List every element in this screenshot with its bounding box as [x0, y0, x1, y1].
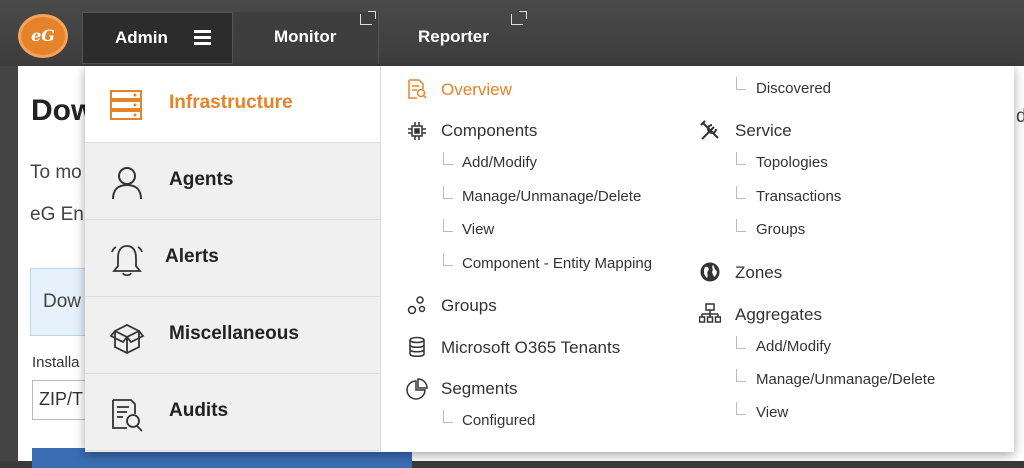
database-icon	[406, 336, 428, 363]
menu-segments[interactable]: Segments	[441, 379, 518, 399]
tree-connector	[736, 77, 746, 90]
hierarchy-icon	[698, 303, 722, 330]
tree-connector	[736, 369, 746, 382]
tree-connector	[443, 152, 453, 165]
external-link-icon[interactable]	[360, 11, 376, 25]
admin-tab-label: Admin	[115, 28, 168, 47]
submenu-aggregates-add-modify[interactable]: Add/Modify	[756, 338, 831, 355]
eg-logo[interactable]: eG	[18, 14, 68, 58]
tree-connector	[443, 410, 453, 423]
install-label: Installa	[32, 354, 80, 371]
reporter-tab[interactable]: Reporter	[380, 11, 540, 64]
globe-icon	[699, 261, 721, 288]
tools-icon	[699, 120, 721, 147]
monitor-tab[interactable]: Monitor	[234, 11, 379, 64]
tree-connector	[736, 186, 746, 199]
tree-connector	[736, 152, 746, 165]
page-text-right: d	[1016, 106, 1024, 127]
menu-zones[interactable]: Zones	[735, 263, 782, 283]
menu-overview[interactable]: Overview	[441, 80, 512, 100]
bell-icon	[109, 242, 145, 283]
hamburger-menu-icon[interactable]	[194, 30, 211, 45]
category-agents[interactable]: Agents	[85, 143, 380, 220]
category-alerts[interactable]: Alerts	[85, 220, 380, 297]
tree-connector	[443, 219, 453, 232]
submenu-components-add-modify[interactable]: Add/Modify	[462, 154, 537, 171]
tree-connector	[736, 336, 746, 349]
info-box-text: Dow	[43, 291, 82, 312]
menu-components[interactable]: Components	[441, 121, 537, 141]
category-infrastructure[interactable]: Infrastructure	[85, 66, 380, 143]
top-nav-bar: eG Admin Monitor Reporter	[0, 0, 1024, 66]
menu-microsoft-o365-tenants[interactable]: Microsoft O365 Tenants	[441, 338, 620, 358]
external-link-icon[interactable]	[511, 11, 527, 25]
tree-connector	[736, 219, 746, 232]
tree-connector	[443, 186, 453, 199]
package-select-value: ZIP/T	[39, 389, 83, 409]
submenu-aggregates-manage[interactable]: Manage/Unmanage/Delete	[756, 371, 935, 388]
monitor-tab-label: Monitor	[274, 27, 337, 46]
submenu-components-manage[interactable]: Manage/Unmanage/Delete	[462, 188, 641, 205]
submenu-discovered[interactable]: Discovered	[756, 80, 831, 97]
overview-icon	[406, 78, 428, 105]
page-text-line: To mo	[30, 162, 82, 183]
menu-aggregates[interactable]: Aggregates	[735, 305, 822, 325]
submenu-service-transactions[interactable]: Transactions	[756, 188, 841, 205]
submenu-component-entity-mapping[interactable]: Component - Entity Mapping	[462, 255, 652, 272]
page-text-line: eG En	[30, 204, 84, 225]
category-label: Audits	[169, 400, 229, 421]
groups-icon	[406, 295, 428, 322]
submenu-components-view[interactable]: View	[462, 221, 494, 238]
category-audits[interactable]: Audits	[85, 374, 380, 451]
category-label: Infrastructure	[169, 92, 293, 113]
submenu-service-topologies[interactable]: Topologies	[756, 154, 828, 171]
menu-service[interactable]: Service	[735, 121, 792, 141]
components-icon	[406, 120, 428, 147]
admin-dropdown-menu: Infrastructure Agents Alerts Miscellaneo…	[85, 66, 1014, 452]
admin-tab[interactable]: Admin	[82, 12, 233, 64]
category-list: Infrastructure Agents Alerts Miscellaneo…	[85, 66, 381, 452]
submenu-aggregates-view[interactable]: View	[756, 404, 788, 421]
box-icon	[109, 319, 145, 360]
menu-groups[interactable]: Groups	[441, 296, 497, 316]
category-label: Alerts	[165, 246, 219, 267]
server-icon	[109, 88, 143, 127]
submenu-service-groups[interactable]: Groups	[756, 221, 805, 238]
user-icon	[109, 165, 145, 206]
category-miscellaneous[interactable]: Miscellaneous	[85, 297, 380, 374]
pie-chart-icon	[406, 378, 428, 405]
audit-icon	[109, 396, 145, 437]
tree-connector	[443, 253, 453, 266]
submenu-segments-configured[interactable]: Configured	[462, 412, 535, 429]
category-label: Miscellaneous	[169, 323, 299, 344]
tree-connector	[736, 402, 746, 415]
reporter-tab-label: Reporter	[418, 27, 489, 46]
category-label: Agents	[169, 169, 234, 190]
